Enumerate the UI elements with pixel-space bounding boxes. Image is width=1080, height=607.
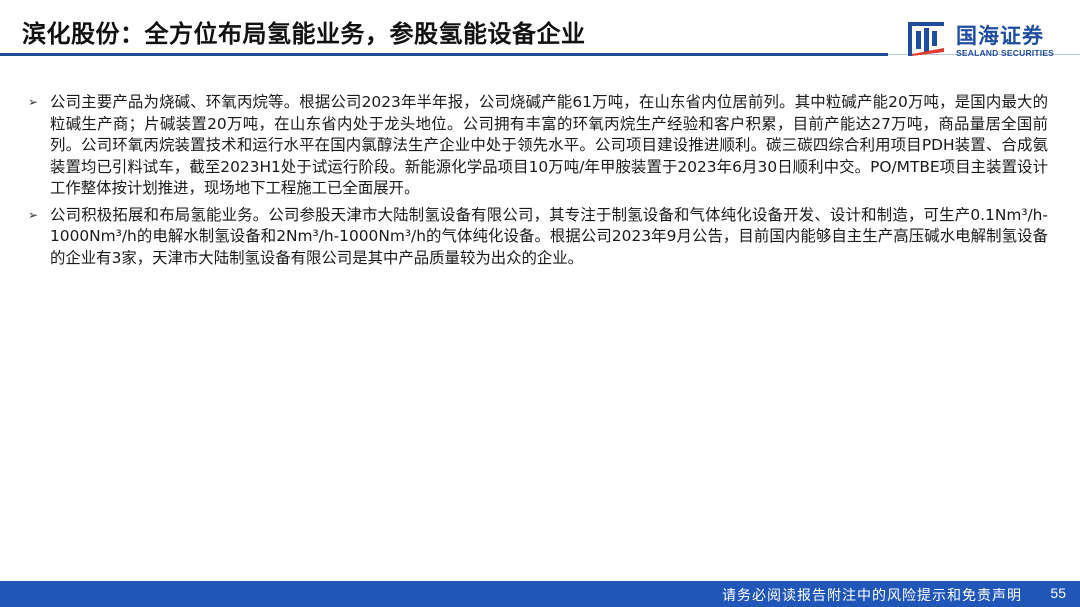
logo-english-text: SEALAND SECURITIES <box>956 48 1055 58</box>
bullet-item: ➢ 公司主要产品为烧碱、环氧丙烷等。根据公司2023年半年报，公司烧碱产能61万… <box>28 92 1048 200</box>
footer-bar: 请务必阅读报告附注中的风险提示和免责声明 55 <box>0 581 1080 607</box>
sealand-logo-icon <box>908 22 944 56</box>
arrow-bullet-icon: ➢ <box>28 207 39 222</box>
bullet-item: ➢ 公司积极拓展和布局氢能业务。公司参股天津市大陆制氢设备有限公司，其专注于制氢… <box>28 205 1048 270</box>
content-body: ➢ 公司主要产品为烧碱、环氧丙烷等。根据公司2023年半年报，公司烧碱产能61万… <box>28 92 1048 274</box>
footer-disclaimer: 请务必阅读报告附注中的风险提示和免责声明 <box>722 588 1022 604</box>
bullet-text: 公司积极拓展和布局氢能业务。公司参股天津市大陆制氢设备有限公司，其专注于制氢设备… <box>50 205 1048 267</box>
page-title: 滨化股份：全方位布局氢能业务，参股氢能设备企业 <box>22 20 586 48</box>
title-rule <box>0 53 888 56</box>
company-logo: 国海证券 SEALAND SECURITIES <box>906 18 1066 60</box>
logo-chinese-text: 国海证券 <box>956 24 1044 48</box>
page-number: 55 <box>1050 585 1066 601</box>
bullet-text: 公司主要产品为烧碱、环氧丙烷等。根据公司2023年半年报，公司烧碱产能61万吨，… <box>50 93 1048 197</box>
arrow-bullet-icon: ➢ <box>28 95 39 109</box>
